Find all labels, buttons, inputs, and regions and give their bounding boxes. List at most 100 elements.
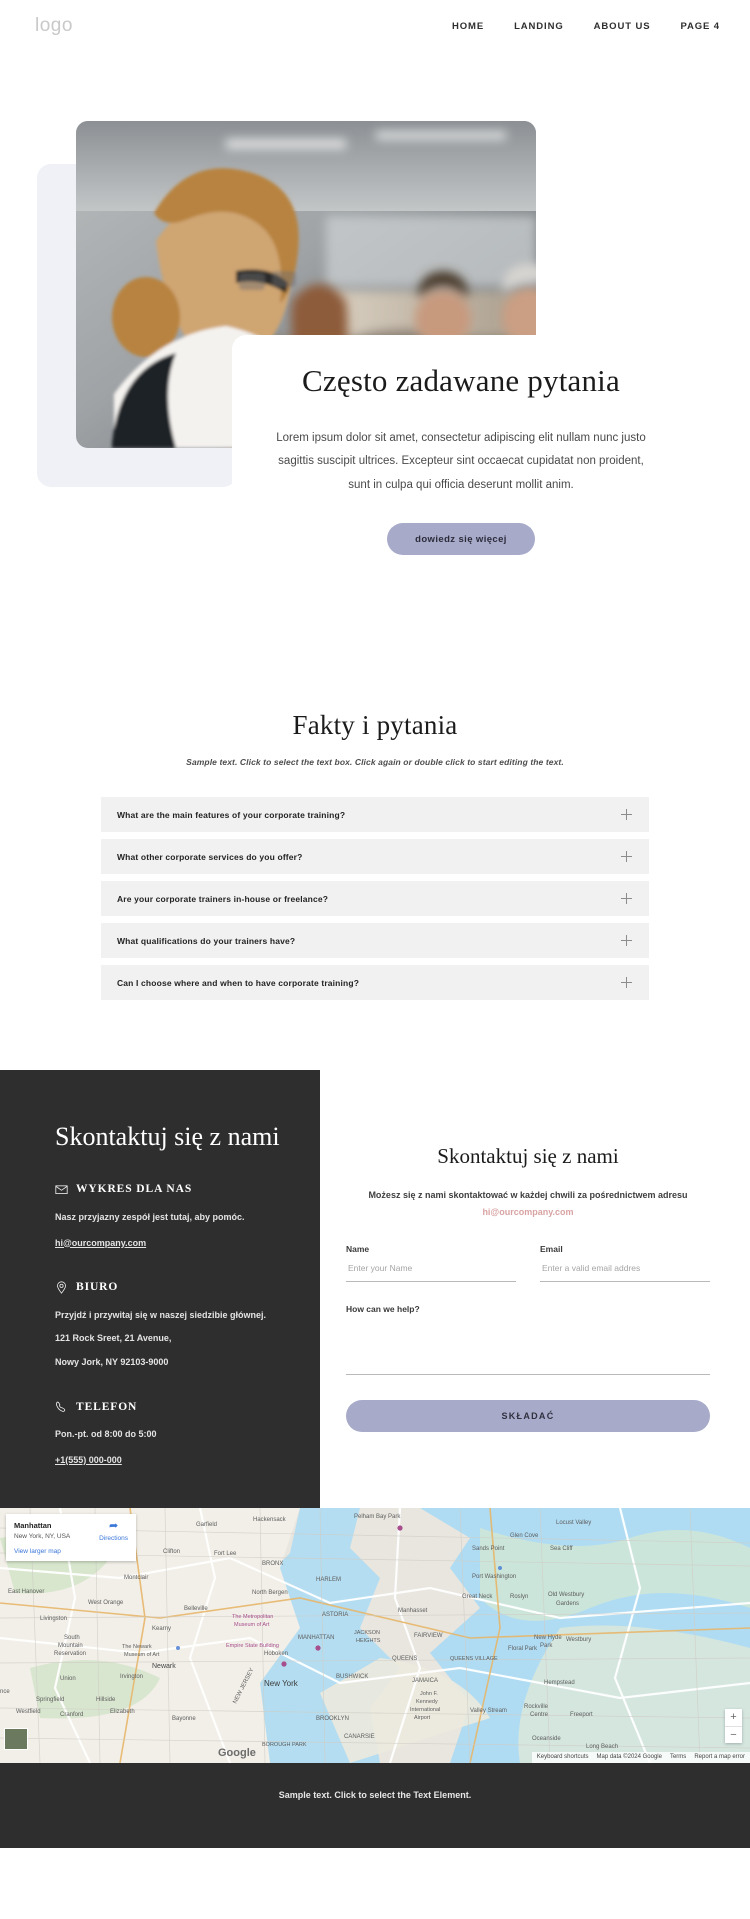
contact-section: Skontaktuj się z nami WYKRES DLA NAS Nas… (0, 1070, 750, 1508)
svg-text:Clifton: Clifton (163, 1549, 180, 1555)
form-row-name-email: Name Email (346, 1244, 710, 1283)
faq-item[interactable]: Are your corporate trainers in-house or … (101, 881, 649, 916)
map-street-view-thumbnail[interactable] (4, 1727, 28, 1750)
svg-text:Great Neck: Great Neck (462, 1594, 493, 1600)
facts-title: Fakty i pytania (292, 710, 458, 740)
svg-text:Garfield: Garfield (196, 1522, 217, 1528)
contact-form-panel: Skontaktuj się z nami Możesz się z nami … (320, 1070, 750, 1508)
map-info-card: Manhattan New York, NY, USA View larger … (6, 1513, 136, 1561)
svg-text:Cranford: Cranford (60, 1712, 83, 1718)
message-label: How can we help? (346, 1304, 420, 1315)
zoom-out-button[interactable]: − (725, 1725, 742, 1743)
svg-text:West Orange: West Orange (88, 1600, 124, 1606)
nav-item-home[interactable]: HOME (452, 21, 484, 32)
svg-text:MANHATTAN: MANHATTAN (298, 1635, 334, 1641)
contact-heading: TELEFON (76, 1400, 138, 1413)
faq-question: What qualifications do your trainers hav… (117, 935, 296, 946)
hero-cta-wrap: dowiedz się więcej (254, 523, 668, 556)
envelope-icon (55, 1183, 68, 1196)
contact-address-line-1: 121 Rock Sreet, 21 Avenue, (55, 1333, 172, 1344)
email-link[interactable]: hi@ourcompany.com (55, 1238, 146, 1248)
name-input[interactable] (346, 1263, 516, 1283)
svg-text:FAIRVIEW: FAIRVIEW (414, 1633, 443, 1639)
faq-question: What are the main features of your corpo… (117, 809, 346, 820)
report-map-error-link[interactable]: Report a map error (694, 1754, 745, 1760)
map-attribution-bar: Keyboard shortcuts Map data ©2024 Google… (531, 1751, 750, 1763)
site-logo[interactable]: logo (35, 15, 73, 37)
faq-item[interactable]: What are the main features of your corpo… (101, 797, 649, 832)
svg-text:Oceanside: Oceanside (532, 1736, 561, 1742)
svg-text:The Newark: The Newark (122, 1644, 152, 1650)
svg-text:Glen Cove: Glen Cove (510, 1533, 539, 1539)
message-textarea[interactable] (346, 1323, 710, 1376)
directions-label: Directions (99, 1534, 128, 1542)
svg-text:Bayonne: Bayonne (172, 1716, 196, 1722)
svg-text:Hempstead: Hempstead (544, 1680, 575, 1686)
contact-form-title: Skontaktuj się z nami (437, 1144, 619, 1168)
plus-icon[interactable] (621, 935, 632, 946)
nav-item-page-4[interactable]: PAGE 4 (680, 21, 720, 32)
map-zoom-controls[interactable]: + − (725, 1708, 742, 1743)
faq-item[interactable]: Can I choose where and when to have corp… (101, 965, 649, 1000)
facts-section: Fakty i pytania Sample text. Click to se… (0, 642, 750, 1000)
contact-info-title: Skontaktuj się z nami (55, 1122, 280, 1151)
message-field-group: How can we help? (346, 1304, 710, 1376)
contact-block-heading-row: WYKRES DLA NAS (55, 1183, 282, 1196)
phone-link[interactable]: +1(555) 000-000 (55, 1455, 122, 1465)
svg-text:Valley Stream: Valley Stream (470, 1708, 507, 1714)
phone-icon (55, 1400, 68, 1413)
svg-text:Floral Park: Floral Park (508, 1646, 538, 1652)
learn-more-button[interactable]: dowiedz się więcej (387, 523, 535, 556)
submit-button[interactable]: SKŁADAĆ (346, 1400, 710, 1433)
faq-item[interactable]: What other corporate services do you off… (101, 839, 649, 874)
contact-block-heading-row: BIURO (55, 1280, 282, 1294)
svg-text:JAMAICA: JAMAICA (412, 1678, 438, 1684)
svg-text:Gardens: Gardens (556, 1601, 579, 1607)
hero-section: Często zadawane pytania Lorem ipsum dolo… (0, 52, 750, 642)
svg-text:Freeport: Freeport (570, 1712, 593, 1718)
contact-form-subtitle: Możesz się z nami skontaktować w każdej … (346, 1187, 710, 1220)
svg-text:Museum of Art: Museum of Art (234, 1622, 270, 1628)
svg-text:Rockville: Rockville (524, 1704, 549, 1710)
view-larger-map-link[interactable]: View larger map (14, 1548, 128, 1555)
hero-paragraph: Lorem ipsum dolor sit amet, consectetur … (276, 431, 646, 491)
svg-text:Roslyn: Roslyn (510, 1594, 528, 1600)
form-email-link[interactable]: hi@ourcompany.com (482, 1207, 573, 1217)
email-label: Email (540, 1244, 563, 1255)
plus-icon[interactable] (621, 809, 632, 820)
nav-item-landing[interactable]: LANDING (514, 21, 564, 32)
faq-item[interactable]: What qualifications do your trainers hav… (101, 923, 649, 958)
svg-text:Sea Cliff: Sea Cliff (550, 1546, 573, 1552)
page-title: Często zadawane pytania (302, 363, 620, 398)
svg-text:Westfield: Westfield (16, 1709, 41, 1715)
plus-icon[interactable] (621, 977, 632, 988)
zoom-in-button[interactable]: + (725, 1708, 742, 1726)
svg-text:CANARSIE: CANARSIE (344, 1734, 375, 1740)
email-input[interactable] (540, 1263, 710, 1283)
svg-text:Hillside: Hillside (96, 1697, 116, 1703)
svg-text:Westbury: Westbury (566, 1637, 591, 1643)
svg-text:nce: nce (0, 1689, 10, 1695)
name-label: Name (346, 1244, 370, 1255)
plus-icon[interactable] (621, 851, 632, 862)
svg-text:East Hanover: East Hanover (8, 1589, 44, 1595)
directions-button[interactable]: ➦ Directions (99, 1520, 128, 1542)
plus-icon[interactable] (621, 893, 632, 904)
nav-item-about-us[interactable]: ABOUT US (594, 21, 651, 32)
svg-text:Museum of Art: Museum of Art (124, 1652, 160, 1658)
site-header: logo HOME LANDING ABOUT US PAGE 4 (0, 0, 750, 52)
map-section[interactable]: Garfield Hackensack Pelham Bay Park Locu… (0, 1507, 750, 1763)
svg-text:Airport: Airport (414, 1715, 431, 1721)
map-data-label: Map data ©2024 Google (596, 1754, 662, 1761)
svg-text:Park: Park (540, 1643, 553, 1649)
svg-text:Fort Lee: Fort Lee (214, 1551, 237, 1557)
svg-text:Kennedy: Kennedy (416, 1699, 438, 1705)
svg-text:Kearny: Kearny (152, 1626, 171, 1632)
terms-link[interactable]: Terms (670, 1754, 686, 1760)
svg-text:BROOKLYN: BROOKLYN (316, 1716, 349, 1722)
svg-text:QUEENS VILLAGE: QUEENS VILLAGE (450, 1656, 498, 1662)
svg-text:The Metropolitan: The Metropolitan (232, 1614, 273, 1620)
keyboard-shortcuts-label[interactable]: Keyboard shortcuts (537, 1754, 589, 1760)
svg-text:Belleville: Belleville (184, 1606, 208, 1612)
contact-block-office: BIURO Przyjdź i przywitaj się w naszej s… (55, 1280, 282, 1371)
